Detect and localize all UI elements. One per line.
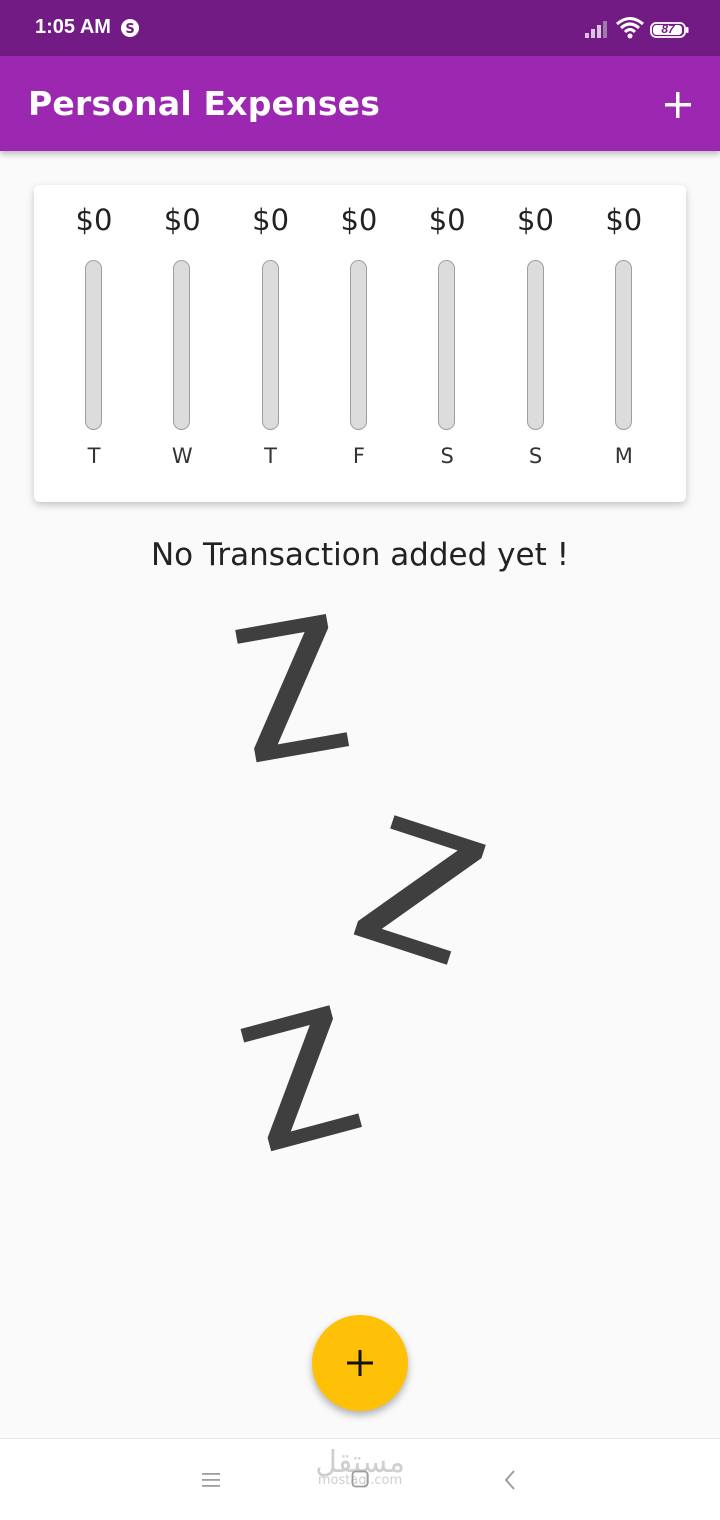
bar-amount-label: $0 — [340, 203, 378, 237]
signal-icon — [585, 21, 607, 38]
chart-bar-1: $0 W — [138, 185, 226, 502]
bar-day-label: T — [264, 444, 277, 468]
bar-day-label: S — [440, 444, 454, 468]
sleeping-zzz-image — [235, 614, 486, 1152]
screen: 1:05 AM S 87 Personal Expenses $0 T $0 W… — [0, 0, 720, 1520]
bar-amount-label: $0 — [428, 203, 466, 237]
bar-track — [438, 260, 456, 430]
system-nav-bar: مستقل mostaql.com — [0, 1438, 720, 1520]
bar-day-label: F — [352, 444, 365, 468]
status-bar: 1:05 AM S 87 — [0, 0, 720, 56]
bar-track — [349, 260, 367, 430]
plus-icon — [347, 1350, 373, 1376]
bar-day-label: W — [171, 444, 193, 468]
wifi-icon — [616, 17, 644, 39]
bar-day-label: M — [614, 444, 633, 468]
bar-track — [261, 260, 279, 430]
battery-icon: 87 — [650, 21, 690, 39]
home-square-icon[interactable] — [351, 1470, 369, 1488]
weekly-chart-card: $0 T $0 W $0 T $0 F $0 S $0 S $0 M — [34, 185, 686, 502]
z-letter-1 — [235, 614, 350, 763]
bar-track — [85, 260, 102, 430]
bar-amount-label: $0 — [75, 203, 113, 237]
app-bar: Personal Expenses — [0, 56, 720, 151]
bar-track — [526, 260, 544, 430]
battery-level: 87 — [661, 22, 675, 36]
chart-bar-6: $0 M — [580, 185, 668, 502]
chart-bar-5: $0 S — [492, 185, 580, 502]
empty-state-message: No Transaction added yet ! — [150, 537, 569, 573]
bar-amount-label: $0 — [163, 203, 201, 237]
plus-icon — [665, 92, 691, 118]
bar-track — [614, 260, 632, 430]
sync-s-icon: S — [121, 19, 139, 37]
bar-day-label: S — [528, 444, 543, 468]
add-transaction-button[interactable] — [662, 89, 694, 121]
chart-bar-2: $0 T — [227, 185, 315, 502]
page-title: Personal Expenses — [28, 84, 381, 123]
bar-day-label: T — [87, 444, 101, 468]
back-chevron-icon[interactable] — [503, 1469, 517, 1491]
chart-bar-0: $0 T — [50, 185, 138, 502]
status-time: 1:05 AM — [35, 16, 111, 38]
z-letter-2 — [353, 815, 486, 965]
chart-bar-3: $0 F — [315, 185, 403, 502]
bar-amount-label: $0 — [605, 203, 643, 237]
z-letter-3 — [240, 1005, 362, 1152]
bar-track — [173, 260, 191, 430]
svg-text:S: S — [125, 22, 134, 37]
bar-amount-label: $0 — [517, 203, 554, 237]
add-transaction-fab[interactable] — [312, 1315, 408, 1411]
chart-bar-4: $0 S — [403, 185, 491, 502]
bar-amount-label: $0 — [252, 203, 290, 237]
menu-icon[interactable] — [201, 1471, 221, 1489]
